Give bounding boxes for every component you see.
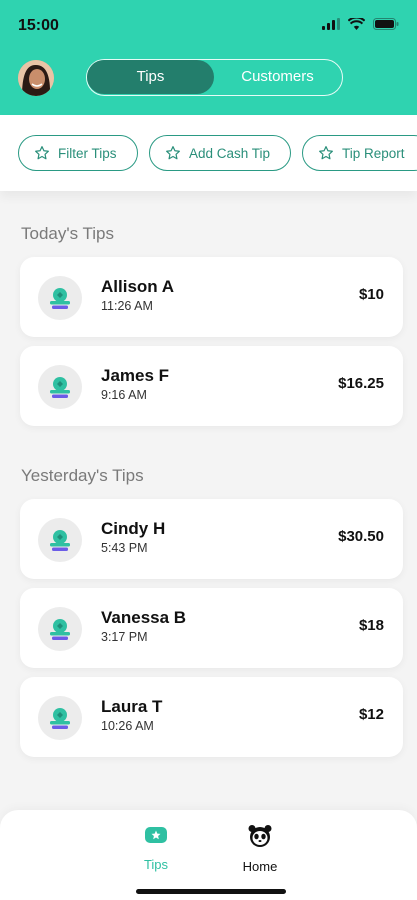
tip-card[interactable]: James F 9:16 AM $16.25: [20, 346, 403, 426]
tip-card[interactable]: Allison A 11:26 AM $10: [20, 257, 403, 337]
avatar-image: [18, 60, 54, 96]
customer-name: James F: [101, 366, 170, 385]
tip-icon: [38, 696, 82, 740]
status-icons: [322, 18, 399, 30]
tab-bar-home[interactable]: Home: [230, 824, 290, 874]
panda-icon: [248, 825, 272, 847]
user-avatar[interactable]: [18, 60, 54, 96]
customer-name: Cindy H: [101, 519, 166, 538]
customer-name: Vanessa B: [101, 608, 187, 627]
tip-icon: [38, 365, 82, 409]
tip-time: 3:17 PM: [101, 630, 148, 644]
view-toggle: Tips Customers: [86, 59, 343, 96]
tip-time: 11:26 AM: [101, 299, 153, 313]
status-time: 15:00: [18, 17, 59, 34]
tip-card[interactable]: Cindy H 5:43 PM $30.50: [20, 499, 403, 579]
tip-report-button[interactable]: Tip Report: [302, 135, 417, 171]
tips-icon: [145, 827, 167, 843]
tip-amount: $16.25: [338, 375, 384, 392]
section-title-today: Today's Tips: [21, 224, 115, 243]
tip-card[interactable]: Laura T 10:26 AM $12: [20, 677, 403, 757]
customer-name: Laura T: [101, 697, 163, 716]
tab-bar-tips-label: Tips: [143, 857, 169, 872]
add-cash-tip-label: Add Cash Tip: [189, 145, 271, 161]
star-outline-icon: [319, 146, 333, 160]
filter-tips-label: Filter Tips: [58, 145, 117, 161]
tip-icon: [38, 607, 82, 651]
tip-report-label: Tip Report: [342, 145, 405, 161]
add-cash-tip-button[interactable]: Add Cash Tip: [149, 135, 291, 171]
customer-name: Allison A: [101, 277, 175, 296]
cellular-signal-icon: [322, 18, 340, 30]
tip-card[interactable]: Vanessa B 3:17 PM $18: [20, 588, 403, 668]
wifi-icon: [348, 18, 365, 30]
tip-time: 5:43 PM: [101, 541, 148, 555]
tip-amount: $30.50: [338, 528, 384, 545]
star-outline-icon: [166, 146, 180, 160]
tip-time: 10:26 AM: [101, 719, 154, 733]
status-bar: 15:00: [0, 0, 417, 50]
tip-amount: $12: [358, 706, 384, 723]
action-chips-bar: Filter Tips Add Cash Tip Tip Report: [0, 115, 417, 191]
tip-time: 9:16 AM: [101, 388, 147, 402]
tab-tips[interactable]: Tips: [87, 60, 214, 94]
tab-bar-tips[interactable]: Tips: [126, 824, 186, 872]
star-outline-icon: [35, 146, 49, 160]
filter-tips-button[interactable]: Filter Tips: [18, 135, 138, 171]
tip-amount: $18: [358, 617, 384, 634]
battery-icon: [373, 18, 399, 30]
tip-icon: [38, 276, 82, 320]
app-header: 15:00 Tips Customers: [0, 0, 417, 115]
tab-bar-home-label: Home: [242, 859, 278, 874]
section-title-yesterday: Yesterday's Tips: [21, 466, 144, 485]
bottom-tab-bar: Tips Home: [0, 810, 417, 900]
tip-icon: [38, 518, 82, 562]
home-indicator: [136, 889, 286, 894]
tab-customers[interactable]: Customers: [214, 60, 341, 94]
tip-amount: $10: [358, 286, 384, 303]
